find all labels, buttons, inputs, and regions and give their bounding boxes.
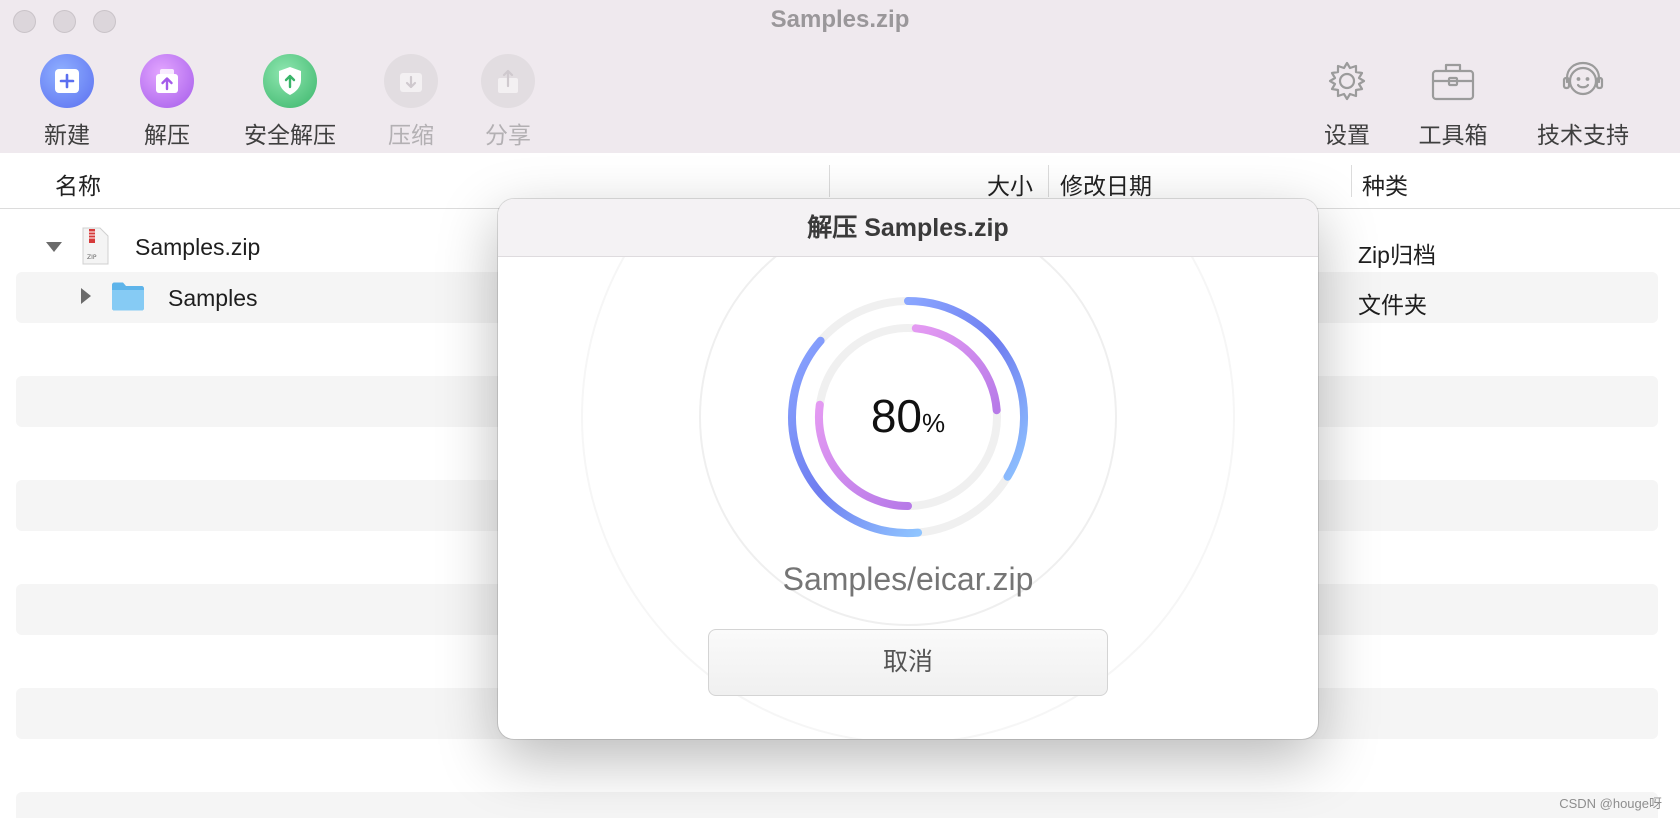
- archive-window: Samples.zip 新建 解压 安全解压 压缩 分享 设置 工具箱 技术支持…: [0, 0, 1680, 818]
- compress-icon: [384, 54, 438, 108]
- extract-icon: [140, 54, 194, 108]
- toolbox-label: 工具箱: [1418, 122, 1488, 148]
- headset-icon: [1556, 54, 1610, 108]
- window-title: Samples.zip: [770, 6, 910, 33]
- watermark: CSDN @houge呀: [1559, 796, 1662, 811]
- svg-text:ZIP: ZIP: [87, 254, 97, 261]
- disclosure-closed-icon[interactable]: [81, 288, 91, 304]
- column-divider[interactable]: [1351, 165, 1352, 197]
- column-divider[interactable]: [1048, 165, 1049, 197]
- extract-button[interactable]: 解压: [112, 54, 222, 150]
- safe-extract-label: 安全解压: [244, 122, 336, 148]
- cancel-button[interactable]: 取消: [708, 629, 1108, 696]
- toolbox-button[interactable]: 工具箱: [1398, 54, 1508, 150]
- disclosure-open-icon[interactable]: [46, 242, 62, 252]
- column-modified[interactable]: 修改日期: [1060, 167, 1152, 201]
- dialog-title: 解压 Samples.zip: [498, 199, 1318, 257]
- settings-button[interactable]: 设置: [1292, 54, 1402, 150]
- share-icon: [481, 54, 535, 108]
- zip-file-icon: ZIP: [82, 227, 109, 265]
- new-archive-icon: [40, 54, 94, 108]
- progress-value: 80: [870, 390, 923, 442]
- file-name: Samples.zip: [135, 234, 261, 260]
- share-button[interactable]: 分享: [453, 54, 563, 150]
- gear-icon: [1320, 54, 1374, 108]
- file-name: Samples: [168, 285, 258, 311]
- progress-percent: 80%: [498, 389, 1318, 443]
- extract-dialog: 解压 Samples.zip 80% Samples/eicar.zip 取消: [498, 199, 1318, 739]
- empty-row: [16, 792, 1658, 818]
- safe-extract-button[interactable]: 安全解压: [235, 54, 345, 150]
- support-label: 技术支持: [1537, 122, 1629, 148]
- new-button[interactable]: 新建: [12, 54, 122, 150]
- column-size[interactable]: 大小: [987, 167, 1033, 201]
- column-name[interactable]: 名称: [55, 167, 101, 201]
- new-label: 新建: [44, 122, 90, 148]
- settings-label: 设置: [1324, 122, 1370, 148]
- shield-icon: [263, 54, 317, 108]
- folder-icon: [112, 282, 144, 311]
- file-kind: Zip归档: [1358, 242, 1436, 268]
- share-label: 分享: [485, 122, 531, 148]
- extract-label: 解压: [144, 122, 190, 148]
- column-kind[interactable]: 种类: [1362, 167, 1408, 201]
- compress-button[interactable]: 压缩: [356, 54, 466, 150]
- column-divider[interactable]: [829, 165, 830, 197]
- progress-percent-symbol: %: [922, 408, 946, 438]
- toolbox-icon: [1426, 54, 1480, 108]
- support-button[interactable]: 技术支持: [1528, 54, 1638, 150]
- file-kind: 文件夹: [1358, 292, 1427, 318]
- toolbar: Samples.zip 新建 解压 安全解压 压缩 分享 设置 工具箱 技术支持: [0, 0, 1680, 153]
- compress-label: 压缩: [388, 122, 434, 148]
- current-file: Samples/eicar.zip: [782, 561, 1034, 597]
